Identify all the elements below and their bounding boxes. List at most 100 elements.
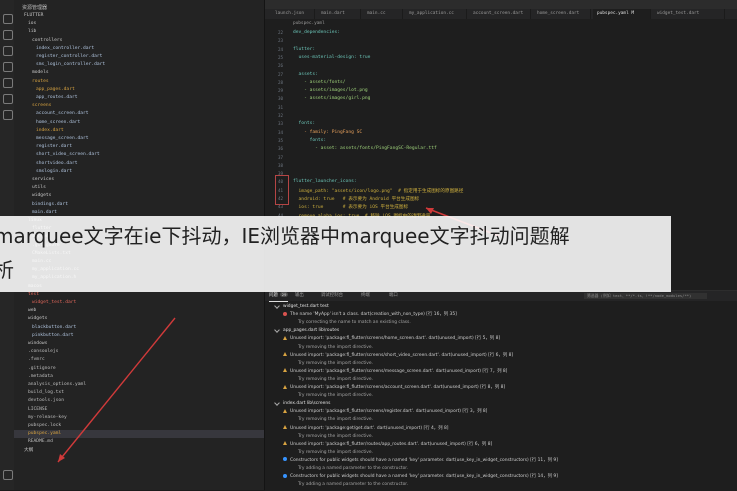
problem-item[interactable]: The name 'MyApp' isn't a class. dart(cre… <box>283 311 737 318</box>
tree-item[interactable]: routes <box>14 78 264 86</box>
problem-item[interactable]: Unused import: 'package:fl_flutter/scree… <box>283 384 737 391</box>
panel-tab[interactable]: 问题 29 <box>269 291 289 302</box>
problem-file-group[interactable]: widget_test.dart test <box>274 302 735 310</box>
warning-icon <box>283 335 287 340</box>
tree-item[interactable]: .fvmrc <box>14 356 264 364</box>
problem-fix-hint[interactable]: Try correcting the name to match an exis… <box>291 319 737 326</box>
problem-item[interactable]: Unused import: 'package:fl_flutter/scree… <box>283 352 737 359</box>
tree-item[interactable]: pinkbutton.dart <box>14 332 264 340</box>
problem-fix-hint[interactable]: Try removing the import directive. <box>291 344 737 351</box>
tree-item[interactable]: LICENSE <box>14 406 264 414</box>
breadcrumb[interactable]: pubspec.yaml <box>293 21 325 26</box>
line-number: 30 <box>277 96 283 102</box>
problem-item[interactable]: Constructors for public widgets should h… <box>283 473 737 480</box>
problem-fix-hint[interactable]: Try removing the import directive. <box>291 416 737 423</box>
tree-item-label: widget_test.dart <box>32 300 77 305</box>
problem-text: Try removing the import directive. <box>298 360 373 366</box>
tree-item[interactable]: README.md <box>14 438 264 446</box>
tree-item[interactable]: my-release-key <box>14 414 264 422</box>
tree-item[interactable]: index.dart <box>14 127 264 135</box>
search-icon[interactable] <box>3 30 13 40</box>
tree-item[interactable]: screens <box>14 102 264 110</box>
tree-item[interactable]: register.dart <box>14 143 264 151</box>
problem-fix-hint[interactable]: Try removing the import directive. <box>291 433 737 440</box>
tree-item[interactable]: devtools.json <box>14 397 264 405</box>
panel-tab[interactable]: 端口 <box>389 291 398 301</box>
panel-tab[interactable]: 调试控制台 <box>321 291 343 301</box>
tree-item[interactable]: blackbutton.dart <box>14 324 264 332</box>
code-line: - assets/images/girl.png <box>293 96 371 102</box>
tree-item[interactable]: controllers <box>14 37 264 45</box>
tree-item-label: pubspec.yaml <box>28 431 62 437</box>
tree-item[interactable]: ios <box>14 20 264 28</box>
tree-item[interactable]: app_pages.dart <box>14 86 264 94</box>
editor-tab[interactable]: pubspec.yaml M <box>593 9 651 19</box>
panel-tab[interactable]: 输出 <box>295 291 304 301</box>
tree-item[interactable]: sms_login_controller.dart <box>14 61 264 69</box>
problem-item[interactable]: Unused import: 'package:fl_flutter/scree… <box>283 408 737 415</box>
problem-item[interactable]: Unused import: 'package:get/get.dart'. d… <box>283 425 737 432</box>
tree-item[interactable]: app_routes.dart <box>14 94 264 102</box>
tree-item[interactable]: pubspec.lock <box>14 422 264 430</box>
problem-item[interactable]: Constructors for public widgets should h… <box>283 457 737 464</box>
problem-file-group[interactable]: app_pages.dart lib\routes <box>274 326 735 334</box>
problem-item[interactable]: Unused import: 'package:fl_flutter/route… <box>283 441 737 448</box>
editor-tab[interactable]: launch.json <box>271 9 315 19</box>
problem-fix-hint[interactable]: Try adding a named parameter to the cons… <box>291 481 737 488</box>
tree-item[interactable]: .metadata <box>14 373 264 381</box>
editor-tab[interactable]: main.cc <box>363 9 403 19</box>
problem-fix-hint[interactable]: Try removing the import directive. <box>291 449 737 456</box>
tree-item[interactable]: message_screen.dart <box>14 135 264 143</box>
problem-file-group[interactable]: index.dart lib\screens <box>274 399 735 407</box>
tree-item[interactable]: pubspec.yaml <box>14 430 264 439</box>
tree-item-label: widgets <box>32 193 52 199</box>
editor-tab[interactable]: home_screen.dart <box>533 9 591 19</box>
run-debug-icon[interactable] <box>3 62 13 72</box>
tree-item[interactable]: models <box>14 69 264 77</box>
tree-item[interactable]: lib <box>14 28 264 36</box>
tree-item[interactable]: utils <box>14 184 264 192</box>
tree-item[interactable]: register_controller.dart <box>14 53 264 61</box>
problem-fix-hint[interactable]: Try removing the import directive. <box>291 360 737 367</box>
editor-tab[interactable]: main.dart <box>317 9 361 19</box>
tree-item[interactable]: shortvideo.dart <box>14 160 264 168</box>
source-control-icon[interactable] <box>3 46 13 56</box>
tree-item[interactable]: short_video_screen.dart <box>14 151 264 159</box>
problem-item[interactable]: Unused import: 'package:fl_flutter/scree… <box>283 368 737 375</box>
tree-item[interactable]: web <box>14 307 264 315</box>
settings-gear-icon[interactable] <box>3 470 13 480</box>
panel-tab[interactable]: 终端 <box>361 291 370 301</box>
flutter-icon[interactable] <box>3 94 13 104</box>
editor-tab[interactable]: widget_test.dart <box>653 9 725 19</box>
tree-item[interactable]: analysis_options.yaml <box>14 381 264 389</box>
editor-tab[interactable]: my_application.cc <box>405 9 467 19</box>
tree-item[interactable]: services <box>14 176 264 184</box>
problem-fix-hint[interactable]: Try removing the import directive. <box>291 392 737 399</box>
tree-item[interactable]: widget_test.dart <box>14 299 264 307</box>
tree-item-label: home_screen.dart <box>36 119 81 125</box>
extensions-icon[interactable] <box>3 78 13 88</box>
testing-icon[interactable] <box>3 110 13 120</box>
tree-item[interactable]: index_controller.dart <box>14 45 264 53</box>
tree-item[interactable]: home_screen.dart <box>14 119 264 127</box>
problem-fix-hint[interactable]: Try removing the import directive. <box>291 376 737 383</box>
tree-item[interactable]: account_screen.dart <box>14 110 264 118</box>
tree-item-label: widgets <box>28 316 48 322</box>
problem-fix-hint[interactable]: Try adding a named parameter to the cons… <box>291 465 737 472</box>
warning-icon <box>283 441 287 446</box>
problems-filter-input[interactable]: 筛选器 (例如 text、**/*.ts、!**/node_modules/**… <box>584 293 707 299</box>
tree-item[interactable]: bindings.dart <box>14 201 264 209</box>
tree-item[interactable]: widgets <box>14 192 264 200</box>
tree-item[interactable]: smslogin.dart <box>14 168 264 176</box>
tree-item[interactable]: 大纲 <box>14 447 264 455</box>
tree-item[interactable]: FLUTTER <box>14 12 264 20</box>
tree-item[interactable]: windows <box>14 340 264 348</box>
tree-item[interactable]: widgets <box>14 315 264 323</box>
tree-item[interactable]: .gitignore <box>14 365 264 373</box>
problem-item[interactable]: Unused import: 'package:fl_flutter/scree… <box>283 335 737 342</box>
problem-text: Try correcting the name to match an exis… <box>298 320 411 326</box>
tree-item[interactable]: .consoolejs <box>14 348 264 356</box>
editor-tab[interactable]: account_screen.dart <box>469 9 531 19</box>
tree-item[interactable]: build_log.txt <box>14 389 264 397</box>
explorer-icon[interactable] <box>3 14 13 24</box>
